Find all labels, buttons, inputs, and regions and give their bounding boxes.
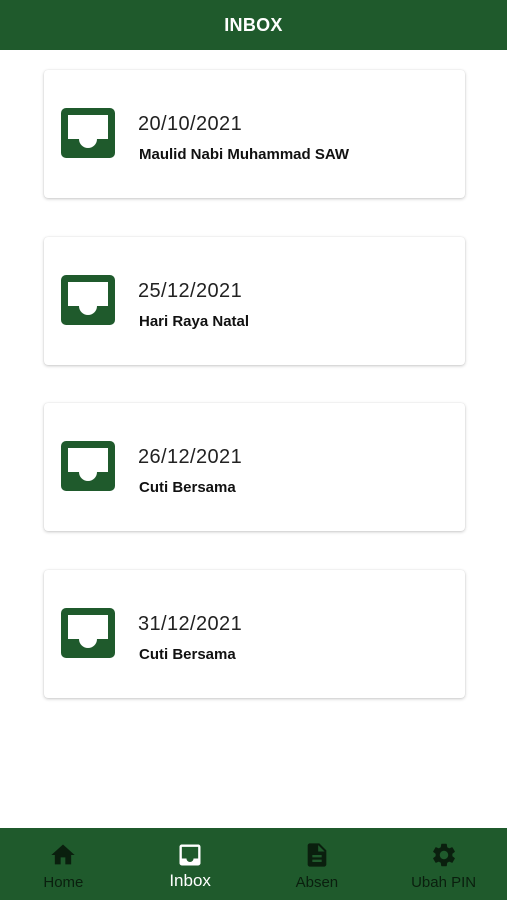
- inbox-icon: [61, 108, 115, 158]
- nav-label: Ubah PIN: [411, 874, 477, 891]
- bottom-navigation: Home Inbox Absen Ubah PIN: [0, 828, 507, 900]
- nav-item-ubah-pin[interactable]: Ubah PIN: [380, 828, 507, 900]
- inbox-item[interactable]: 20/10/2021 Maulid Nabi Muhammad SAW: [44, 70, 465, 198]
- nav-label: Inbox: [169, 871, 211, 890]
- inbox-icon: [179, 844, 201, 866]
- inbox-icon: [61, 441, 115, 491]
- inbox-item[interactable]: 26/12/2021 Cuti Bersama: [44, 403, 465, 531]
- nav-item-home[interactable]: Home: [0, 828, 127, 900]
- page-title: INBOX: [224, 14, 283, 35]
- nav-item-absen[interactable]: Absen: [254, 828, 381, 900]
- inbox-item-date: 25/12/2021: [138, 280, 243, 302]
- nav-label: Home: [43, 874, 84, 891]
- document-icon: [307, 843, 327, 867]
- gear-icon: [432, 843, 455, 867]
- home-icon: [51, 844, 76, 865]
- nav-item-inbox[interactable]: Inbox: [127, 828, 254, 900]
- inbox-item-date: 20/10/2021: [138, 113, 243, 135]
- inbox-item-date: 26/12/2021: [138, 446, 243, 468]
- inbox-item-date: 31/12/2021: [138, 613, 243, 635]
- inbox-icon: [61, 608, 115, 658]
- inbox-item[interactable]: 25/12/2021 Hari Raya Natal: [44, 237, 465, 365]
- inbox-item-title: Maulid Nabi Muhammad SAW: [139, 146, 350, 163]
- inbox-item-title: Cuti Bersama: [139, 646, 236, 663]
- inbox-list: 20/10/2021 Maulid Nabi Muhammad SAW 25/1…: [0, 50, 507, 828]
- app-bar: INBOX: [0, 0, 507, 50]
- inbox-item-title: Cuti Bersama: [139, 479, 236, 496]
- nav-label: Absen: [295, 874, 339, 891]
- inbox-item[interactable]: 31/12/2021 Cuti Bersama: [44, 570, 465, 698]
- inbox-icon: [61, 275, 115, 325]
- inbox-item-title: Hari Raya Natal: [139, 313, 250, 330]
